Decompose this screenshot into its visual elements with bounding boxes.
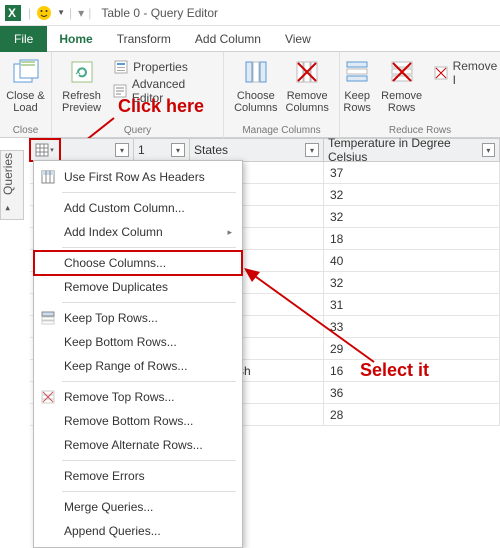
col-header-temperature[interactable]: Temperature in Degree Celsius ▾ — [324, 139, 500, 161]
chevron-right-icon: ▸ — [3, 202, 13, 212]
dropdown-caret-icon[interactable]: ▼ — [57, 8, 65, 17]
ctx-keep-bottom-rows[interactable]: Keep Bottom Rows... — [34, 330, 242, 354]
ctx-remove-top-rows[interactable]: Remove Top Rows... — [34, 385, 242, 409]
close-load-button[interactable]: Close & Load — [2, 54, 49, 116]
ribbon: Close & Load Close Refresh Preview Prope… — [0, 52, 500, 138]
ctx-add-custom-column[interactable]: Add Custom Column... — [34, 196, 242, 220]
ctx-add-index-column[interactable]: Add Index Column▸ — [34, 220, 242, 244]
file-tab[interactable]: File — [0, 26, 47, 52]
close-load-icon — [10, 56, 42, 88]
choose-columns-button[interactable]: Choose Columns — [230, 54, 281, 116]
ctx-choose-columns[interactable]: Choose Columns... — [34, 251, 242, 275]
tab-view[interactable]: View — [273, 27, 323, 51]
queries-label: Queries — [1, 152, 15, 194]
tab-add-column[interactable]: Add Column — [183, 27, 273, 51]
grid-header: ▾ ▾ 1 ▾ States ▾ Temperature in Degree C… — [30, 138, 500, 162]
ctx-keep-range-rows[interactable]: Keep Range of Rows... — [34, 354, 242, 378]
ctx-first-row-headers[interactable]: Use First Row As Headers — [34, 165, 242, 189]
remove-rows-icon — [40, 389, 56, 405]
cell-temperature: 29 — [324, 338, 500, 359]
separator — [62, 192, 236, 193]
remove-icon — [434, 65, 448, 81]
filter-dropdown-icon[interactable]: ▾ — [482, 143, 495, 157]
smiley-icon[interactable] — [35, 4, 53, 22]
ctx-remove-errors[interactable]: Remove Errors — [34, 464, 242, 488]
cell-temperature: 32 — [324, 206, 500, 227]
col-header-blank[interactable]: ▾ — [60, 139, 134, 161]
remove-side-button[interactable]: Remove I — [430, 58, 500, 88]
cell-temperature: 32 — [324, 272, 500, 293]
properties-icon — [113, 59, 129, 75]
keep-rows-icon — [40, 310, 56, 326]
keep-rows-icon — [341, 56, 373, 88]
cell-temperature: 16 — [324, 360, 500, 381]
ctx-keep-top-rows[interactable]: Keep Top Rows... — [34, 306, 242, 330]
ctx-remove-bottom-rows[interactable]: Remove Bottom Rows... — [34, 409, 242, 433]
filter-dropdown-icon[interactable]: ▾ — [115, 143, 129, 157]
separator — [62, 302, 236, 303]
ctx-remove-alternate-rows[interactable]: Remove Alternate Rows... — [34, 433, 242, 457]
submenu-icon: ▸ — [227, 227, 232, 238]
adv-editor-icon — [113, 83, 128, 99]
separator — [62, 381, 236, 382]
overflow-icon[interactable]: ▾ — [78, 6, 84, 20]
cell-temperature: 33 — [324, 316, 500, 337]
group-close-label: Close — [13, 125, 39, 138]
table-icon — [40, 169, 56, 185]
separator: | — [88, 6, 91, 20]
separator — [62, 247, 236, 248]
menu-bar: File Home Transform Add Column View — [0, 26, 500, 52]
separator: | — [69, 6, 72, 20]
separator — [62, 491, 236, 492]
cell-temperature: 31 — [324, 294, 500, 315]
choose-columns-icon — [240, 56, 272, 88]
title-bar: X | ▼ | ▾ | Table 0 - Query Editor — [0, 0, 500, 26]
refresh-icon — [66, 56, 98, 88]
table-icon — [35, 143, 49, 157]
keep-rows-button[interactable]: Keep Rows — [337, 54, 377, 116]
table-menu-button[interactable]: ▾ — [30, 139, 60, 161]
remove-columns-icon — [291, 56, 323, 88]
advanced-editor-button[interactable]: Advanced Editor — [109, 76, 217, 106]
context-menu: Use First Row As Headers Add Custom Colu… — [33, 160, 243, 548]
cell-temperature: 28 — [324, 404, 500, 425]
group-query-label: Query — [124, 125, 151, 138]
svg-text:X: X — [8, 6, 16, 20]
window-title: Table 0 - Query Editor — [101, 6, 218, 20]
tab-home[interactable]: Home — [47, 27, 104, 51]
properties-button[interactable]: Properties — [109, 58, 217, 76]
remove-rows-icon — [386, 56, 418, 88]
cell-temperature: 40 — [324, 250, 500, 271]
cell-temperature: 36 — [324, 382, 500, 403]
refresh-preview-button[interactable]: Refresh Preview — [58, 54, 105, 116]
excel-icon: X — [4, 4, 22, 22]
remove-rows-button[interactable]: Remove Rows — [377, 54, 426, 116]
ctx-remove-duplicates[interactable]: Remove Duplicates — [34, 275, 242, 299]
separator — [62, 460, 236, 461]
file-label: File — [14, 32, 33, 46]
filter-dropdown-icon[interactable]: ▾ — [171, 143, 185, 157]
col-header-1[interactable]: 1 ▾ — [134, 139, 190, 161]
tab-transform[interactable]: Transform — [105, 27, 183, 51]
remove-columns-button[interactable]: Remove Columns — [282, 54, 333, 116]
queries-panel-tab[interactable]: ▸ Queries — [0, 150, 24, 220]
cell-temperature: 32 — [324, 184, 500, 205]
ctx-append-queries[interactable]: Append Queries... — [34, 519, 242, 543]
cell-temperature: 18 — [324, 228, 500, 249]
cell-temperature: 37 — [324, 162, 500, 183]
separator: | — [28, 6, 31, 20]
group-manage-label: Manage Columns — [242, 125, 320, 138]
col-header-states[interactable]: States ▾ — [190, 139, 324, 161]
ctx-merge-queries[interactable]: Merge Queries... — [34, 495, 242, 519]
filter-dropdown-icon[interactable]: ▾ — [305, 143, 319, 157]
